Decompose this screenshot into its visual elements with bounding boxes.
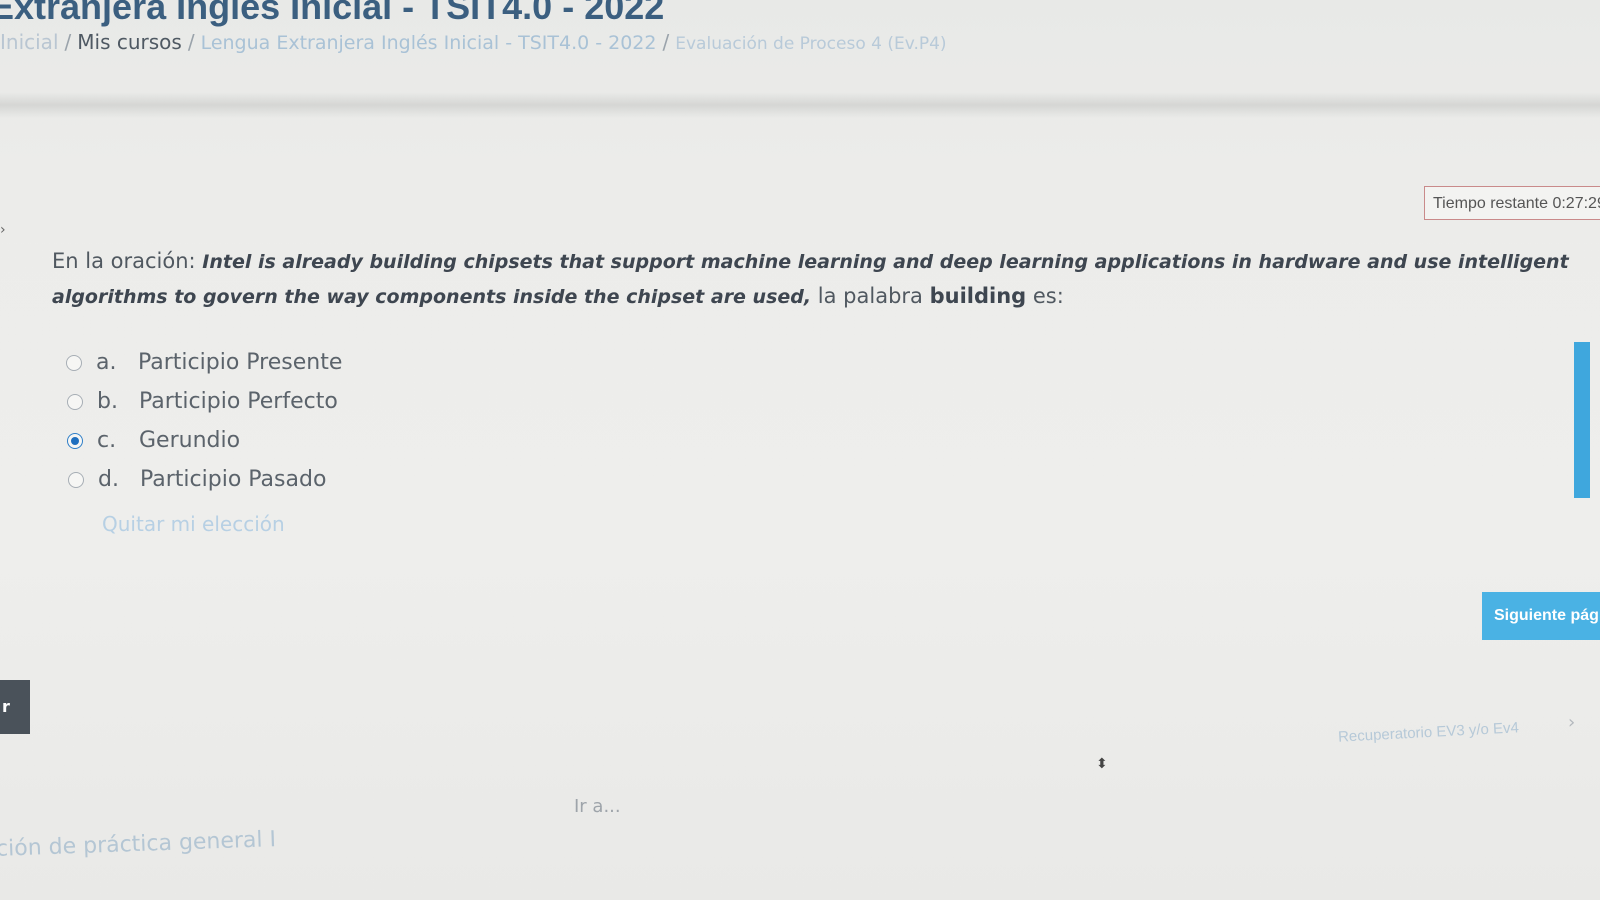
next-activity-link[interactable]: Recuperatorio EV3 y/o Ev4 bbox=[1338, 719, 1520, 745]
breadcrumb-separator: / bbox=[187, 30, 195, 54]
radio-button[interactable] bbox=[66, 354, 82, 371]
option-label: Participio Presente bbox=[138, 350, 343, 375]
previous-activity-link[interactable]: ción de práctica general I bbox=[0, 827, 276, 862]
header-band bbox=[0, 92, 1600, 118]
breadcrumb-separator: / bbox=[662, 30, 670, 54]
option-letter: a. bbox=[96, 350, 117, 375]
breadcrumb-course[interactable]: Lengua Extranjera Inglés Inicial - TSIT4… bbox=[201, 32, 657, 54]
breadcrumb-separator: / bbox=[64, 30, 72, 54]
option-label: Gerundio bbox=[139, 428, 241, 453]
breadcrumb-activity[interactable]: Evaluación de Proceso 4 (Ev.P4) bbox=[675, 34, 946, 54]
breadcrumb-my-courses[interactable]: Mis cursos bbox=[77, 30, 182, 54]
option-letter: c. bbox=[97, 428, 117, 453]
question-sentence: Intel is already building chipsets that … bbox=[52, 251, 1569, 308]
option-letter: b. bbox=[97, 389, 118, 414]
question-suffix: es: bbox=[1032, 284, 1064, 308]
option-label: Participio Perfecto bbox=[139, 389, 338, 414]
radio-button[interactable] bbox=[67, 393, 83, 410]
question-word: building bbox=[929, 284, 1027, 308]
clear-choice-link[interactable]: Quitar mi elección bbox=[102, 512, 285, 536]
jump-to-select[interactable]: Ir a... bbox=[574, 796, 621, 817]
answer-option-b[interactable]: b. Participio Perfecto bbox=[67, 389, 338, 414]
next-page-button[interactable]: Siguiente página bbox=[1482, 592, 1600, 640]
option-label: Participio Pasado bbox=[140, 467, 327, 492]
time-remaining: Tiempo restante 0:27:29 bbox=[1424, 186, 1600, 220]
chevron-left-icon[interactable]: › bbox=[0, 222, 6, 238]
question-text: En la oración: Intel is already building… bbox=[52, 244, 1582, 314]
option-letter: d. bbox=[98, 467, 119, 492]
answer-option-a[interactable]: a. Participio Presente bbox=[66, 350, 342, 375]
breadcrumb-home[interactable]: Inicial bbox=[0, 30, 59, 54]
chevron-right-icon[interactable]: › bbox=[1568, 712, 1575, 733]
page-title: Extranjera Inglés Inicial - TSIT4.0 - 20… bbox=[0, 0, 665, 27]
drawer-toggle[interactable]: r bbox=[0, 680, 30, 734]
radio-button[interactable] bbox=[68, 471, 84, 488]
answer-option-c[interactable]: c. Gerundio bbox=[67, 428, 240, 453]
radio-button-selected[interactable] bbox=[67, 432, 83, 449]
question-middle: la palabra bbox=[817, 284, 923, 308]
quiz-navigation-accent bbox=[1574, 342, 1590, 498]
question-prefix: En la oración: bbox=[52, 249, 196, 273]
answer-option-d[interactable]: d. Participio Pasado bbox=[68, 467, 326, 492]
breadcrumb: Inicial / Mis cursos / Lengua Extranjera Ing… bbox=[0, 30, 947, 54]
select-arrows-icon[interactable]: ⬍ bbox=[1096, 756, 1108, 772]
